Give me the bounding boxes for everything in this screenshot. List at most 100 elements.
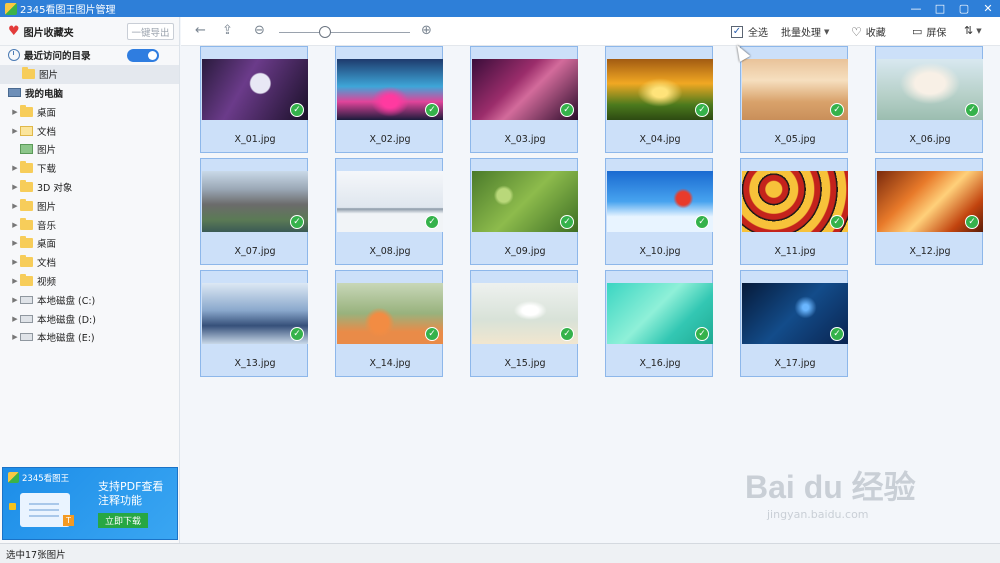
image-card[interactable]: ✓ X_16.jpg [605,270,713,377]
image-thumbnail[interactable]: ✓ [202,171,308,232]
expand-arrow-icon[interactable]: ▶ [10,296,20,304]
sort-button[interactable]: ⇅ ▼ [964,24,982,37]
image-thumbnail[interactable]: ✓ [337,59,443,120]
image-card[interactable]: ✓ X_03.jpg [470,46,578,153]
image-card[interactable]: ✓ X_15.jpg [470,270,578,377]
zoom-out-icon[interactable]: ⊖ [254,23,265,38]
sidebar-item[interactable]: ▶ 桌面 [0,102,179,121]
expand-arrow-icon[interactable]: ▶ [10,221,20,229]
image-thumbnail[interactable]: ✓ [607,283,713,344]
image-card[interactable]: ✓ X_10.jpg [605,158,713,265]
image-thumbnail[interactable]: ✓ [337,283,443,344]
image-card[interactable]: ✓ X_06.jpg [875,46,983,153]
selected-check-icon[interactable]: ✓ [830,327,844,341]
ad-banner[interactable]: 2345看图王 T 支持PDF查看 注释功能 立即下载 [2,467,178,540]
sidebar-item[interactable]: ▶ 文档 [0,121,179,140]
selected-check-icon[interactable]: ✓ [695,103,709,117]
zoom-in-icon[interactable]: ⊕ [421,23,432,38]
sidebar-item[interactable]: ▶ 视频 [0,272,179,291]
sidebar-item[interactable]: ▶ 桌面 [0,234,179,253]
image-thumbnail[interactable]: ✓ [742,283,848,344]
restore-button[interactable]: □ [928,0,952,17]
image-thumbnail[interactable]: ✓ [607,59,713,120]
expand-arrow-icon[interactable]: ▶ [10,202,20,210]
sidebar-item[interactable]: ▶ 文档 [0,253,179,272]
image-card[interactable]: ✓ X_08.jpg [335,158,443,265]
image-thumbnail[interactable]: ✓ [742,171,848,232]
image-card[interactable]: ✓ X_14.jpg [335,270,443,377]
sidebar-item[interactable]: ▶ 本地磁盘 (D:) [0,309,179,328]
expand-arrow-icon[interactable]: ▶ [10,315,20,323]
selected-check-icon[interactable]: ✓ [425,215,439,229]
sidebar-item[interactable]: ▶ 下载 [0,159,179,178]
selected-check-icon[interactable]: ✓ [695,215,709,229]
image-card[interactable]: ✓ X_05.jpg [740,46,848,153]
favorite-button[interactable]: ♡ 收藏 [851,24,886,40]
image-thumbnail[interactable]: ✓ [607,171,713,232]
image-card[interactable]: ✓ X_17.jpg [740,270,848,377]
back-arrow-icon[interactable]: ← [195,23,206,38]
maximize-button[interactable]: ▢ [952,0,976,17]
close-button[interactable]: ✕ [976,0,1000,17]
screensaver-button[interactable]: ▭ 屏保 [912,24,946,39]
batch-process-button[interactable]: 批量处理 ▼ [781,24,829,40]
selected-check-icon[interactable]: ✓ [830,215,844,229]
selected-check-icon[interactable]: ✓ [830,103,844,117]
expand-arrow-icon[interactable]: ▶ [10,239,20,247]
selected-check-icon[interactable]: ✓ [560,103,574,117]
select-all-checkbox[interactable]: ✓ 全选 [731,24,768,39]
sidebar-item[interactable]: 图片 [0,140,179,159]
expand-arrow-icon[interactable]: ▶ [10,277,20,285]
image-thumbnail[interactable]: ✓ [202,283,308,344]
image-card[interactable]: ✓ X_01.jpg [200,46,308,153]
image-thumbnail[interactable]: ✓ [472,171,578,232]
selected-check-icon[interactable]: ✓ [290,103,304,117]
image-filename: X_01.jpg [234,134,276,145]
expand-arrow-icon[interactable]: ▶ [10,333,20,341]
sidebar-item[interactable]: ▶ 本地磁盘 (E:) [0,328,179,347]
selected-check-icon[interactable]: ✓ [695,327,709,341]
recent-toggle[interactable] [127,49,159,62]
selected-check-icon[interactable]: ✓ [560,327,574,341]
expand-arrow-icon[interactable]: ▶ [10,164,20,172]
selected-check-icon[interactable]: ✓ [965,103,979,117]
monitor-icon: ▭ [912,25,923,38]
image-card[interactable]: ✓ X_09.jpg [470,158,578,265]
up-folder-icon[interactable]: ⇪ [222,23,233,38]
image-thumbnail[interactable]: ✓ [472,283,578,344]
download-button[interactable]: 立即下载 [98,513,148,528]
selected-check-icon[interactable]: ✓ [560,215,574,229]
image-card[interactable]: ✓ X_11.jpg [740,158,848,265]
image-thumbnail[interactable]: ✓ [337,171,443,232]
expand-arrow-icon[interactable]: ▶ [10,183,20,191]
zoom-slider-track[interactable] [279,32,410,33]
image-card[interactable]: ✓ X_07.jpg [200,158,308,265]
sidebar-item[interactable]: ▶ 图片 [0,196,179,215]
image-card[interactable]: ✓ X_02.jpg [335,46,443,153]
selected-check-icon[interactable]: ✓ [425,327,439,341]
image-card[interactable]: ✓ X_12.jpg [875,158,983,265]
export-button[interactable]: 一键导出 [127,23,174,40]
selected-check-icon[interactable]: ✓ [425,103,439,117]
expand-arrow-icon[interactable]: ▶ [10,258,20,266]
image-thumbnail[interactable]: ✓ [877,171,983,232]
image-thumbnail[interactable]: ✓ [742,59,848,120]
image-card[interactable]: ✓ X_13.jpg [200,270,308,377]
my-computer-row[interactable]: 我的电脑 [0,84,179,103]
sidebar-item[interactable]: ▶ 音乐 [0,215,179,234]
minimize-button[interactable]: — [904,0,928,17]
image-card[interactable]: ✓ X_04.jpg [605,46,713,153]
image-thumbnail[interactable]: ✓ [202,59,308,120]
selected-check-icon[interactable]: ✓ [965,215,979,229]
selected-check-icon[interactable]: ✓ [290,327,304,341]
sidebar-item[interactable]: ▶ 本地磁盘 (C:) [0,290,179,309]
image-thumbnail[interactable]: ✓ [877,59,983,120]
image-thumbnail[interactable]: ✓ [472,59,578,120]
toolbar: ← ⇪ ⊖ ⊕ ✓ 全选 批量处理 ▼ ♡ 收藏 ▭ 屏保 ⇅ ▼ [181,17,1000,46]
expand-arrow-icon[interactable]: ▶ [10,127,20,135]
zoom-slider-knob[interactable] [319,26,331,38]
recent-item-pictures[interactable]: 图片 [0,64,179,84]
expand-arrow-icon[interactable]: ▶ [10,108,20,116]
sidebar-item[interactable]: ▶ 3D 对象 [0,178,179,197]
selected-check-icon[interactable]: ✓ [290,215,304,229]
